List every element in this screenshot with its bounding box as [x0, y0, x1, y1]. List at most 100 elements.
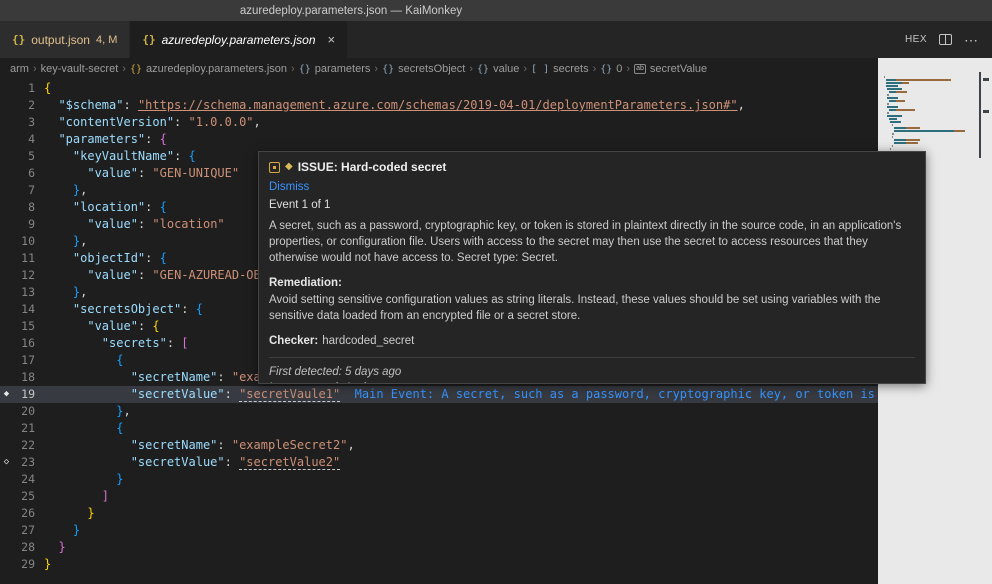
code-line-25[interactable]: 25 ]: [0, 488, 878, 505]
glyph-margin: [0, 403, 13, 420]
line-number: 22: [13, 437, 35, 454]
glyph-margin: [0, 505, 13, 522]
glyph-margin: [0, 335, 13, 352]
code-text: },: [35, 182, 87, 199]
breadcrumb-item-0[interactable]: {} 0: [600, 63, 622, 75]
breadcrumb-item-value[interactable]: {}value: [477, 63, 519, 75]
main-event-diamond-icon[interactable]: ◆: [0, 386, 13, 403]
array-symbol-icon: [ ]: [531, 64, 549, 75]
breadcrumb-item-arm[interactable]: arm: [10, 63, 29, 75]
code-text: "secretValue": "secretValue2": [35, 454, 340, 471]
breadcrumb-item-secretsobject[interactable]: {}secretsObject: [382, 63, 465, 75]
code-line-3[interactable]: 3 "contentVersion": "1.0.0.0",: [0, 114, 878, 131]
code-line-21[interactable]: 21 {: [0, 420, 878, 437]
code-text: "location": {: [35, 199, 167, 216]
code-text: "parameters": {: [35, 131, 167, 148]
split-editor-icon[interactable]: [939, 34, 952, 45]
code-line-26[interactable]: 26 }: [0, 505, 878, 522]
code-text: }: [35, 471, 123, 488]
glyph-margin: [0, 352, 13, 369]
tab-label: output.json: [31, 33, 90, 47]
close-tab-icon[interactable]: ×: [328, 32, 336, 47]
overview-ruler-mark: [983, 110, 989, 113]
tab-bar: {} output.json 4, M {} azuredeploy.param…: [0, 21, 992, 58]
glyph-margin: [0, 80, 13, 97]
glyph-margin: [0, 318, 13, 335]
hex-button[interactable]: HEX: [905, 34, 927, 45]
code-line-28[interactable]: 28 }: [0, 539, 878, 556]
line-number: 13: [13, 284, 35, 301]
glyph-margin: [0, 539, 13, 556]
breadcrumb-label: 0: [616, 63, 622, 75]
code-line-2[interactable]: 2 "$schema": "https://schema.management.…: [0, 97, 878, 114]
breadcrumb-item-secretvalue[interactable]: absecretValue: [634, 63, 707, 75]
line-number: 29: [13, 556, 35, 573]
glyph-margin: [0, 233, 13, 250]
breadcrumb-separator-icon: ›: [122, 63, 126, 75]
glyph-margin: [0, 471, 13, 488]
line-number: 17: [13, 352, 35, 369]
breadcrumb-item-azuredeploy-parameters-json[interactable]: {}azuredeploy.parameters.json: [130, 63, 287, 75]
code-line-24[interactable]: 24 }: [0, 471, 878, 488]
issue-hover-tooltip: ◆ ISSUE: Hard-coded secret Dismiss Event…: [258, 151, 926, 384]
checker-value: hardcoded_secret: [322, 335, 414, 347]
line-number: 5: [13, 148, 35, 165]
code-line-27[interactable]: 27 }: [0, 522, 878, 539]
breadcrumb-separator-icon: ›: [469, 63, 473, 75]
window-titlebar: azuredeploy.parameters.json — KaiMonkey: [0, 0, 992, 21]
glyph-margin: [0, 182, 13, 199]
code-text: "secrets": [: [35, 335, 189, 352]
tab-problems-modified-badge: 4, M: [96, 34, 117, 46]
code-text: "value": {: [35, 318, 160, 335]
line-number: 18: [13, 369, 35, 386]
line-number: 27: [13, 522, 35, 539]
more-actions-icon[interactable]: ⋯: [964, 35, 978, 45]
object-symbol-icon: {}: [600, 64, 612, 75]
line-number: 12: [13, 267, 35, 284]
breadcrumb-separator-icon: ›: [374, 63, 378, 75]
event-counter: Event 1 of 1: [269, 197, 915, 213]
code-text: {: [35, 352, 123, 369]
first-detected: First detected: 5 days ago: [269, 364, 915, 380]
code-line-23[interactable]: ◇23 "secretValue": "secretValue2": [0, 454, 878, 471]
code-line-4[interactable]: 4 "parameters": {: [0, 131, 878, 148]
code-line-29[interactable]: 29}: [0, 556, 878, 573]
object-symbol-icon: {}: [299, 64, 311, 75]
breadcrumb-label: parameters: [315, 63, 371, 75]
glyph-margin: [0, 556, 13, 573]
code-line-19[interactable]: ◆19 "secretValue": "secretVaule1" Main E…: [0, 386, 878, 403]
secondary-event-diamond-icon[interactable]: ◇: [0, 454, 13, 471]
code-text: }: [35, 556, 51, 573]
code-text: },: [35, 233, 87, 250]
line-number: 7: [13, 182, 35, 199]
breadcrumb-item-key-vault-secret[interactable]: key-vault-secret: [41, 63, 119, 75]
line-number: 19: [13, 386, 35, 403]
breadcrumb-item-parameters[interactable]: {} parameters: [299, 63, 371, 75]
code-text: }: [35, 539, 66, 556]
code-text: "secretName": "exampleSecret2",: [35, 437, 355, 454]
line-number: 3: [13, 114, 35, 131]
code-line-20[interactable]: 20 },: [0, 403, 878, 420]
breadcrumb-separator-icon: ›: [291, 63, 295, 75]
glyph-margin: [0, 301, 13, 318]
code-text: "keyVaultName": {: [35, 148, 196, 165]
window-title: azuredeploy.parameters.json — KaiMonkey: [240, 5, 462, 17]
breadcrumb-item-secrets[interactable]: [ ]secrets: [531, 63, 589, 75]
line-number: 11: [13, 250, 35, 267]
glyph-margin: [0, 420, 13, 437]
glyph-margin: [0, 165, 13, 182]
tab-output-json[interactable]: {} output.json 4, M: [0, 21, 130, 58]
event-diamond-icon: ◆: [285, 160, 293, 174]
code-line-22[interactable]: 22 "secretName": "exampleSecret2",: [0, 437, 878, 454]
breadcrumb-label: key-vault-secret: [41, 63, 119, 75]
code-text: "value": "GEN-UNIQUE": [35, 165, 239, 182]
line-number: 10: [13, 233, 35, 250]
code-line-1[interactable]: 1{: [0, 80, 878, 97]
dismiss-link[interactable]: Dismiss: [269, 179, 309, 195]
code-text: },: [35, 284, 87, 301]
tab-azuredeploy-parameters-json[interactable]: {} azuredeploy.parameters.json ×: [130, 21, 347, 58]
breadcrumb-label: value: [493, 63, 519, 75]
breadcrumb: arm›key-vault-secret›{}azuredeploy.param…: [0, 58, 878, 80]
glyph-margin: [0, 522, 13, 539]
breadcrumb-separator-icon: ›: [626, 63, 630, 75]
